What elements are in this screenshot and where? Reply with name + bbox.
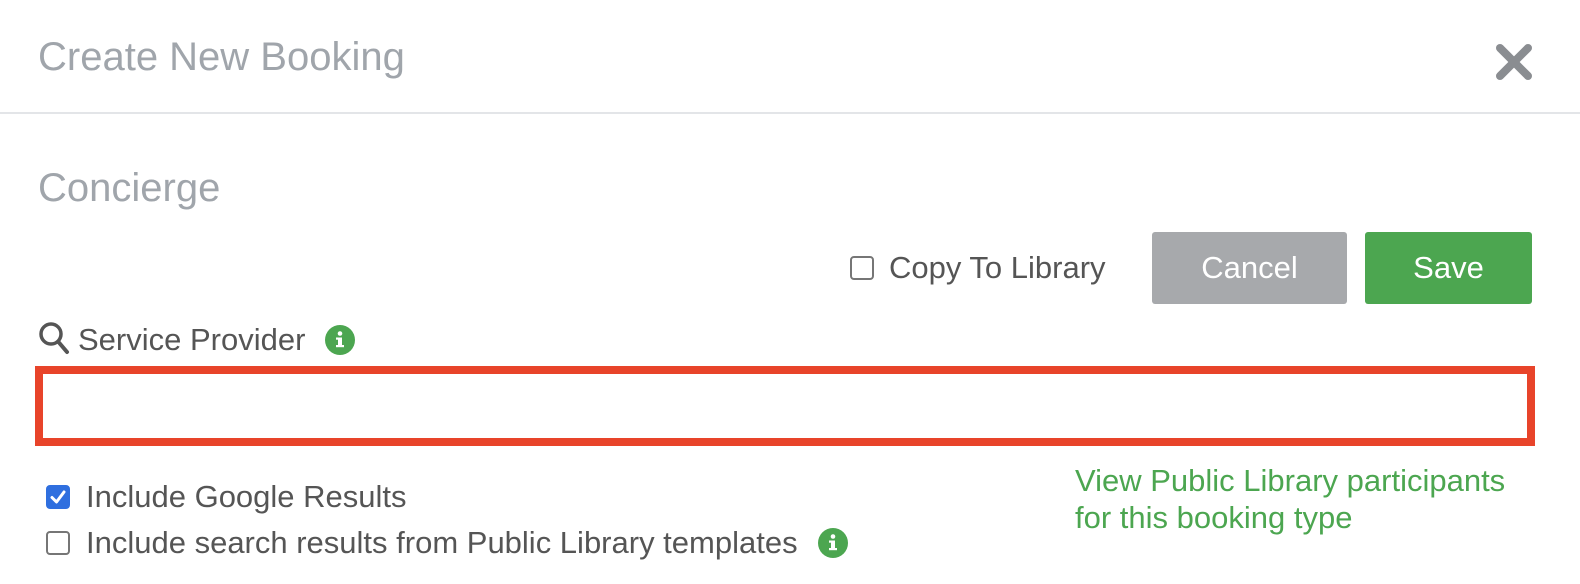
create-booking-modal: Create New Booking Concierge Copy To Lib… xyxy=(0,0,1580,584)
modal-header: Create New Booking xyxy=(0,0,1580,114)
copy-to-library-checkbox[interactable] xyxy=(850,256,874,280)
include-public-library-checkbox[interactable] xyxy=(46,531,70,555)
save-button[interactable]: Save xyxy=(1365,232,1532,304)
close-icon[interactable] xyxy=(1494,42,1534,82)
view-public-library-link[interactable]: View Public Library participants for thi… xyxy=(1075,462,1545,536)
copy-to-library-label: Copy To Library xyxy=(889,250,1106,285)
include-google-option[interactable]: Include Google Results xyxy=(46,479,407,515)
include-google-checkbox[interactable] xyxy=(46,485,70,509)
search-icon xyxy=(38,321,70,360)
service-provider-label: Service Provider xyxy=(78,322,306,357)
modal-title: Create New Booking xyxy=(38,35,405,79)
include-public-library-label: Include search results from Public Libra… xyxy=(86,525,798,560)
include-public-library-option[interactable]: Include search results from Public Libra… xyxy=(46,525,848,561)
section-title: Concierge xyxy=(38,166,221,210)
service-provider-label-row: Service Provider xyxy=(38,320,356,360)
include-google-label: Include Google Results xyxy=(86,479,407,514)
info-icon[interactable] xyxy=(817,528,848,558)
copy-to-library-option[interactable]: Copy To Library xyxy=(850,250,1106,286)
info-icon[interactable] xyxy=(325,325,356,355)
service-provider-input[interactable] xyxy=(43,374,1527,438)
cancel-button[interactable]: Cancel xyxy=(1152,232,1347,304)
service-provider-field-wrapper xyxy=(35,366,1535,446)
